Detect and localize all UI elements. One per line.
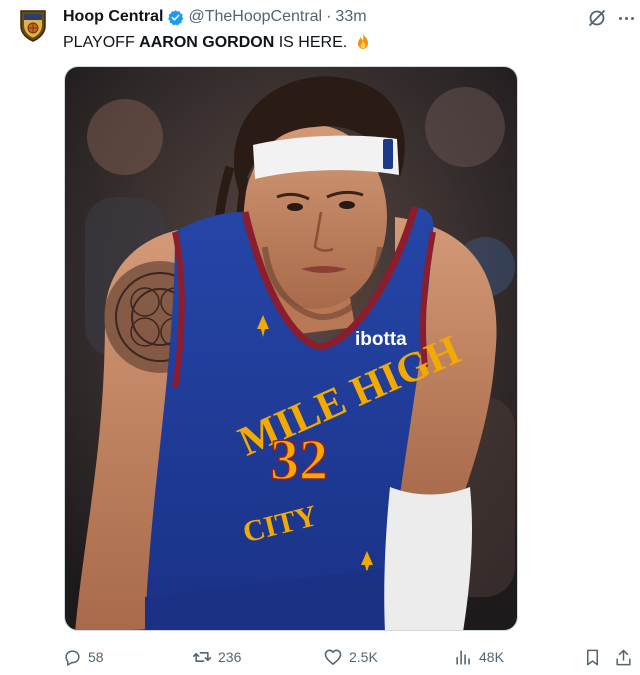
display-name[interactable]: Hoop Central — [63, 8, 163, 26]
like-count: 2.5K — [349, 649, 378, 665]
grok-icon[interactable] — [585, 6, 609, 30]
reply-count: 58 — [88, 649, 104, 665]
sponsor-patch: ibotta — [355, 329, 407, 350]
timestamp[interactable]: 33m — [335, 8, 366, 26]
tweet[interactable]: Hoop Central @TheHoopCentral · 33m PLAYO… — [0, 0, 640, 675]
reply-icon — [65, 649, 80, 666]
views-button[interactable]: 48K — [454, 644, 504, 670]
tweet-text: PLAYOFF AARON GORDON IS HERE. — [63, 32, 372, 56]
avatar[interactable] — [14, 6, 52, 44]
views-icon — [456, 649, 470, 665]
separator: · — [326, 8, 332, 25]
tweet-text-suffix: IS HERE. — [274, 34, 348, 51]
share-icon — [616, 649, 631, 665]
tweet-photo[interactable]: ibotta MILE HIGH 32 CITY — [64, 66, 518, 631]
action-bar: 58 236 2.5K 48K — [0, 644, 640, 670]
tweet-header: Hoop Central @TheHoopCentral · 33m — [63, 6, 367, 28]
crest-logo — [20, 10, 46, 42]
handle[interactable]: @TheHoopCentral — [188, 8, 322, 26]
repost-icon — [192, 652, 212, 662]
verified-badge-icon[interactable] — [167, 9, 184, 26]
repost-count: 236 — [218, 649, 242, 665]
player-photo: ibotta MILE HIGH 32 CITY — [65, 67, 517, 630]
fire-icon — [354, 32, 372, 56]
tweet-text-prefix: PLAYOFF — [63, 34, 140, 51]
bookmark-button[interactable] — [583, 644, 602, 670]
jersey-number: 32 — [270, 427, 328, 492]
like-button[interactable]: 2.5K — [323, 644, 378, 670]
more-icon[interactable] — [616, 6, 636, 30]
heart-icon — [324, 649, 342, 665]
bookmark-icon — [586, 649, 599, 665]
repost-button[interactable]: 236 — [192, 644, 241, 670]
tweet-text-bold: AARON GORDON — [139, 34, 275, 51]
view-count: 48K — [479, 649, 504, 665]
reply-button[interactable]: 58 — [63, 644, 104, 670]
share-button[interactable] — [614, 644, 633, 670]
